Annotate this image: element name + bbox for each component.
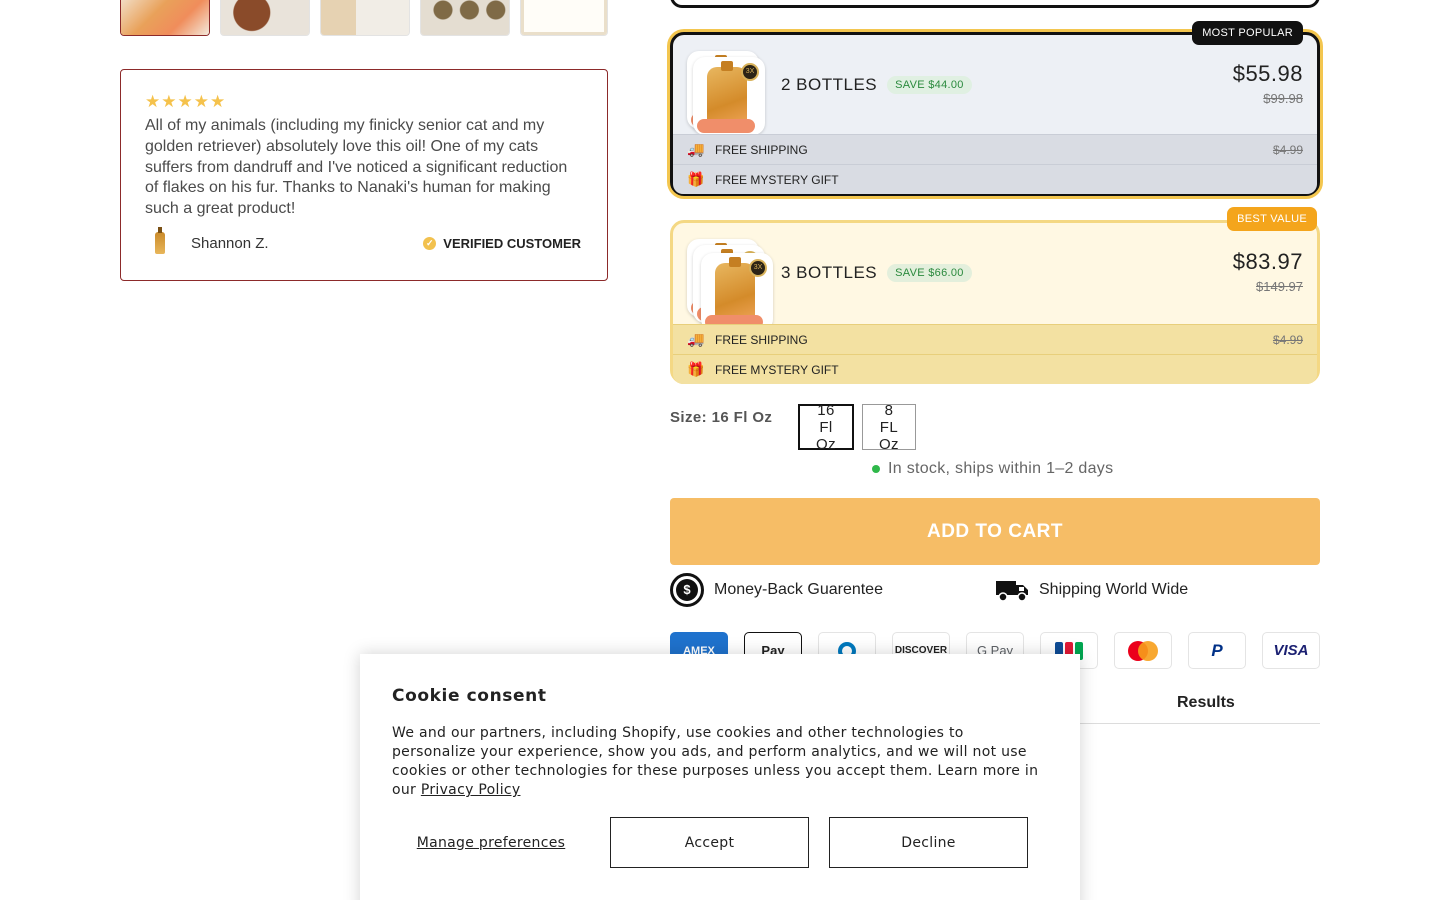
bottle-icon <box>155 227 165 254</box>
size-options: 16 Fl Oz 8 FL Oz <box>798 402 916 453</box>
check-icon: ✓ <box>423 236 437 250</box>
reviewer-name: Shannon Z. <box>191 234 269 252</box>
star-rating: ★★★★★ <box>145 92 227 111</box>
truck-icon: 🚚 <box>687 331 705 347</box>
manage-preferences-link[interactable]: Manage preferences <box>392 834 590 852</box>
perk-label: FREE SHIPPING <box>715 142 808 157</box>
gift-icon: 🎁 <box>687 361 705 377</box>
bundle-option-3-bottles[interactable]: BEST VALUE 3X 3X 3X 3 BOTTLES SAVE $66.0… <box>670 207 1320 384</box>
savings-badge: SAVE $66.00 <box>887 264 972 282</box>
thumbnail-3[interactable] <box>320 0 410 36</box>
cookie-text: We and our partners, including Shopify, … <box>392 724 1048 800</box>
free-shipping-perk: 🚚 FREE SHIPPING $4.99 <box>673 134 1317 164</box>
verified-label: VERIFIED CUSTOMER <box>443 235 581 251</box>
free-gift-perk: 🎁 FREE MYSTERY GIFT <box>673 164 1317 194</box>
truck-icon: 🚚 <box>687 141 705 157</box>
review-card: ★★★★★ All of my animals (including my fi… <box>120 69 608 281</box>
stock-status: In stock, ships within 1–2 days <box>872 460 1113 478</box>
bundle-quantity: 2 BOTTLES SAVE $44.00 <box>781 75 972 95</box>
perk-label: FREE SHIPPING <box>715 332 808 347</box>
product-image: 3X 3X 3X <box>687 235 773 331</box>
product-image: 3X 3X <box>687 47 771 135</box>
free-shipping-perk: 🚚 FREE SHIPPING $4.99 <box>673 324 1317 354</box>
size-label: Size: 16 Fl Oz <box>670 409 773 426</box>
review-text: All of my animals (including my finicky … <box>145 117 568 218</box>
size-option-8oz[interactable]: 8 FL Oz <box>861 402 916 453</box>
money-back-icon: $ <box>670 573 704 607</box>
bundle-option-2-bottles[interactable]: MOST POPULAR 3X 3X 2 BOTTLES SAVE $44.00… <box>670 21 1320 196</box>
perk-label: FREE MYSTERY GIFT <box>715 362 839 377</box>
bundle-quantity: 3 BOTTLES SAVE $66.00 <box>781 263 972 283</box>
current-price: $83.97 <box>1232 249 1303 274</box>
thumbnail-1[interactable] <box>120 0 210 36</box>
savings-badge: SAVE $44.00 <box>887 76 972 94</box>
thumbnail-5[interactable] <box>520 0 608 36</box>
guarantees: $ Money-Back Guarentee Shipping World Wi… <box>670 573 1320 607</box>
visa-icon: VISA <box>1262 632 1320 669</box>
cookie-actions: Manage preferences Accept Decline <box>392 817 1028 868</box>
thumbnail-4[interactable] <box>420 0 510 36</box>
delivery-truck-icon <box>996 581 1028 602</box>
add-to-cart-button[interactable]: ADD TO CART <box>670 498 1320 565</box>
privacy-policy-link[interactable]: Privacy Policy <box>421 782 521 798</box>
quantity-label: 3 BOTTLES <box>781 263 878 282</box>
free-gift-perk: 🎁 FREE MYSTERY GIFT <box>673 354 1317 384</box>
stock-text: In stock, ships within 1–2 days <box>888 460 1114 477</box>
original-price: $149.97 <box>1256 279 1303 294</box>
bundle-option-1[interactable] <box>670 0 1320 8</box>
shipping-old-price: $4.99 <box>1272 332 1303 347</box>
paypal-icon: P <box>1188 632 1246 669</box>
most-popular-badge: MOST POPULAR <box>1192 21 1303 45</box>
shipping-label: Shipping World Wide <box>1039 581 1189 598</box>
bundle-price: $83.97 $149.97 <box>1233 249 1303 294</box>
original-price: $99.98 <box>1263 91 1303 106</box>
reviewer-avatar <box>145 227 175 258</box>
cookie-consent-dialog: Cookie consent We and our partners, incl… <box>360 654 1080 900</box>
thumbnail-2[interactable] <box>220 0 310 36</box>
worldwide-shipping: Shipping World Wide <box>995 573 1320 607</box>
perk-label: FREE MYSTERY GIFT <box>715 172 839 187</box>
size-selector: Size: 16 Fl Oz 16 Fl Oz 8 FL Oz <box>670 402 916 453</box>
quantity-label: 2 BOTTLES <box>781 75 878 94</box>
size-option-16oz[interactable]: 16 Fl Oz <box>798 402 854 453</box>
in-stock-dot-icon <box>872 465 880 473</box>
decline-button[interactable]: Decline <box>829 817 1028 868</box>
tab-results[interactable]: Results <box>1177 694 1235 712</box>
accept-button[interactable]: Accept <box>610 817 809 868</box>
mastercard-icon <box>1114 632 1172 669</box>
current-price: $55.98 <box>1232 61 1303 86</box>
money-back-guarantee: $ Money-Back Guarentee <box>670 573 995 607</box>
bundle-price: $55.98 $99.98 <box>1233 61 1303 106</box>
gift-icon: 🎁 <box>687 171 705 187</box>
bundle-header: MOST POPULAR 3X 3X 2 BOTTLES SAVE $44.00… <box>673 21 1317 135</box>
bundle-header: BEST VALUE 3X 3X 3X 3 BOTTLES SAVE $66.0… <box>673 207 1317 331</box>
verified-badge: ✓ VERIFIED CUSTOMER <box>423 236 581 251</box>
shipping-old-price: $4.99 <box>1272 142 1303 157</box>
best-value-badge: BEST VALUE <box>1227 207 1317 231</box>
product-thumbnails <box>120 0 608 36</box>
review-footer: Shannon Z. ✓ VERIFIED CUSTOMER <box>145 227 581 258</box>
money-back-label: Money-Back Guarentee <box>714 581 883 598</box>
cookie-title: Cookie consent <box>392 686 547 706</box>
